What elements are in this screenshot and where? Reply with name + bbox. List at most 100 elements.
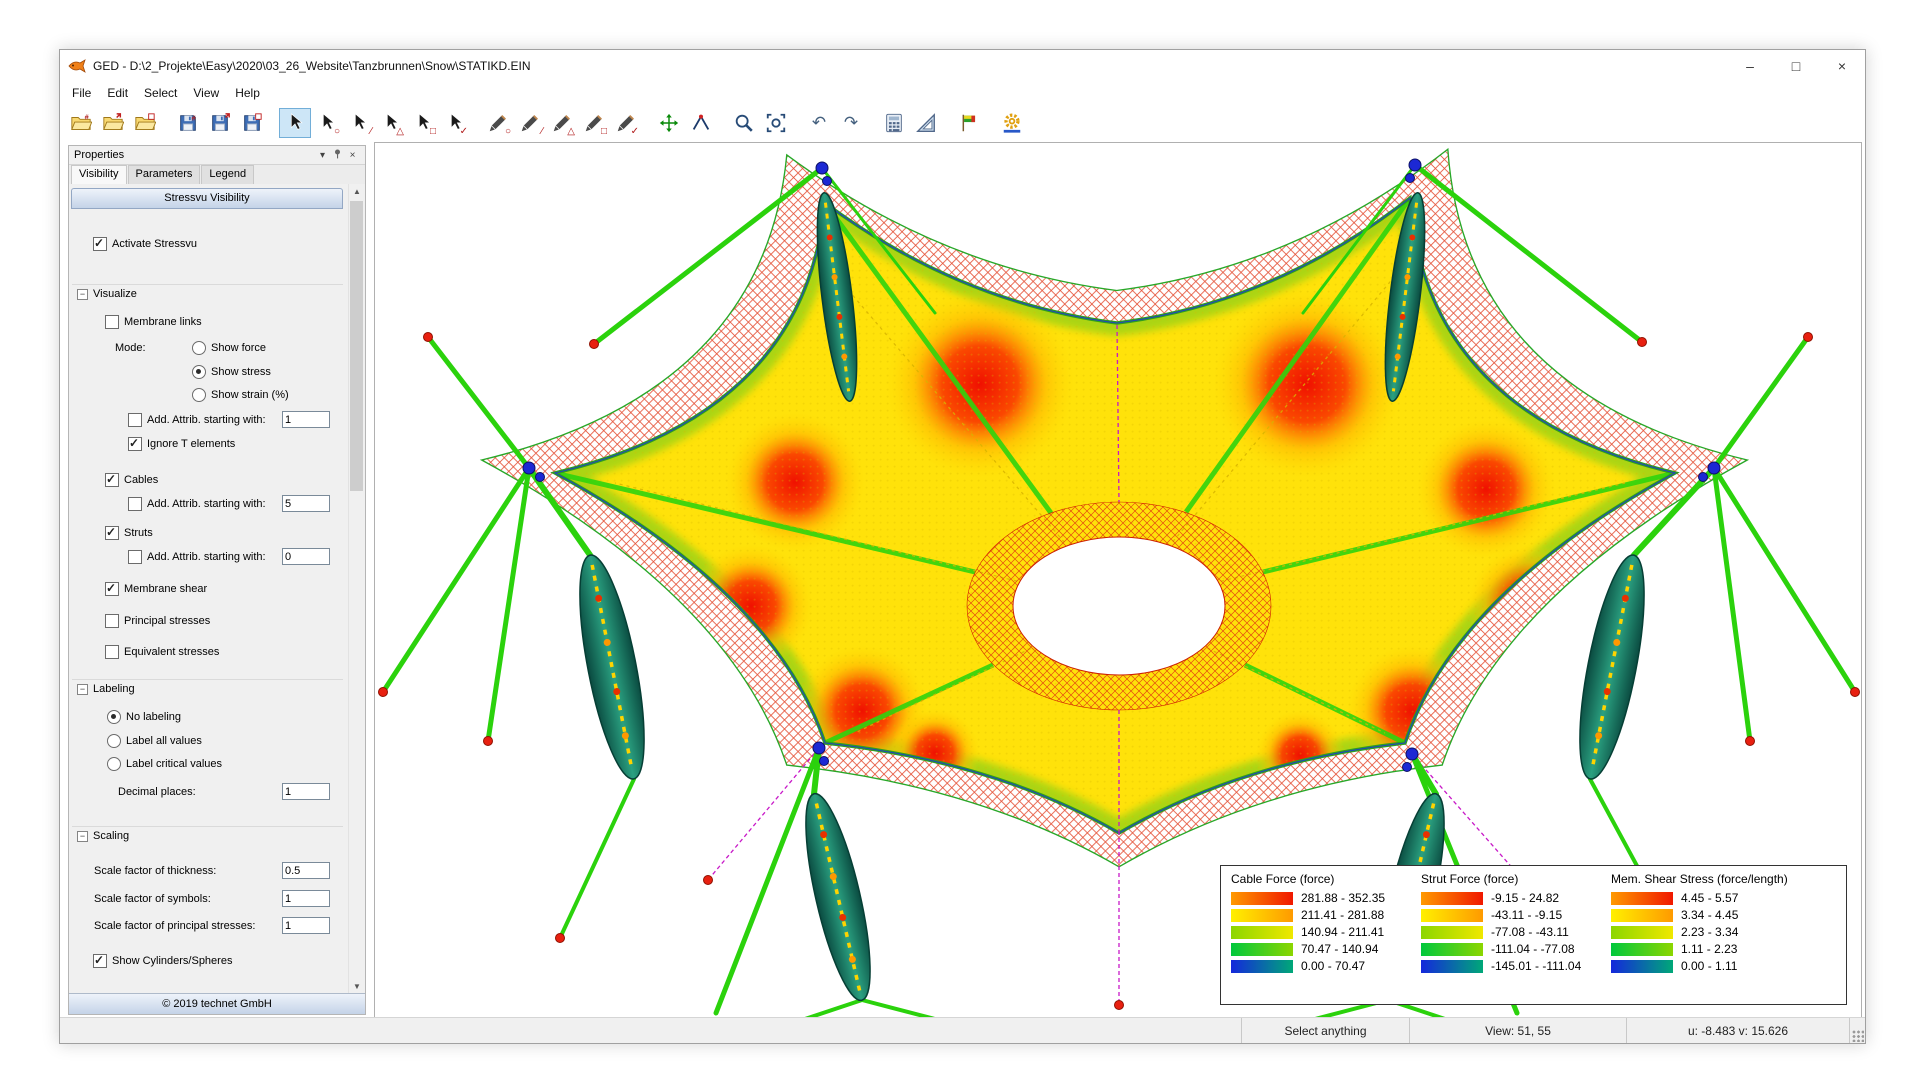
mode-show-force-radio[interactable]: Show force: [192, 341, 266, 355]
undo-button[interactable]: ↶: [803, 108, 835, 138]
select-button[interactable]: [279, 108, 311, 138]
cables-attrib-input[interactable]: [282, 495, 330, 512]
settings-button[interactable]: [996, 108, 1028, 138]
open-file-button[interactable]: #: [65, 108, 97, 138]
collapse-icon[interactable]: −: [77, 831, 88, 842]
show-cylinders-checkbox[interactable]: Show Cylinders/Spheres: [93, 954, 232, 968]
open-import-button[interactable]: [97, 108, 129, 138]
menu-help[interactable]: Help: [227, 84, 268, 102]
principal-stresses-checkbox[interactable]: Principal stresses: [105, 614, 210, 628]
draw-triangle-button[interactable]: △: [546, 108, 578, 138]
legend-column: Cable Force (force)281.88 - 352.35211.41…: [1231, 872, 1411, 998]
scale-thickness-input[interactable]: [282, 862, 330, 879]
menu-select[interactable]: Select: [136, 84, 185, 102]
membrane-attrib-input[interactable]: [282, 411, 330, 428]
activate-stressvu-checkbox[interactable]: Activate Stressvu: [93, 237, 197, 251]
select-square-button[interactable]: □: [407, 108, 439, 138]
tab-parameters[interactable]: Parameters: [128, 165, 201, 184]
checkbox-icon: [93, 237, 107, 251]
chevron-down-icon[interactable]: ▾: [315, 150, 330, 161]
scrollbar-thumb[interactable]: [350, 201, 363, 491]
section-scaling[interactable]: − Scaling: [77, 829, 129, 843]
scroll-up-icon[interactable]: ▲: [349, 184, 365, 199]
scale-symbols-input[interactable]: [282, 890, 330, 907]
draw-square-button[interactable]: □: [578, 108, 610, 138]
save-file-button[interactable]: #: [172, 108, 204, 138]
mode-show-stress-radio[interactable]: Show stress: [192, 365, 271, 379]
select-triangle-button[interactable]: △: [375, 108, 407, 138]
membrane-links-checkbox[interactable]: Membrane links: [105, 315, 202, 329]
toolbar-group: ○∕ △□✓: [279, 108, 471, 138]
save-copy-button[interactable]: [236, 108, 268, 138]
resize-grip[interactable]: [1849, 1018, 1865, 1043]
collapse-icon[interactable]: −: [77, 289, 88, 300]
section-visualize[interactable]: − Visualize: [77, 287, 137, 301]
maximize-button[interactable]: □: [1773, 50, 1819, 82]
draw-slash-button[interactable]: ∕: [514, 108, 546, 138]
scroll-down-icon[interactable]: ▼: [349, 979, 365, 994]
redo-button[interactable]: ↷: [835, 108, 867, 138]
flag-icon: [958, 112, 980, 134]
equivalent-stresses-checkbox[interactable]: Equivalent stresses: [105, 645, 219, 659]
legend-row: 3.34 - 4.45: [1611, 908, 1836, 922]
select-circle-button[interactable]: ○: [311, 108, 343, 138]
no-labeling-radio[interactable]: No labeling: [107, 710, 181, 724]
toolbar-group: #: [172, 108, 268, 138]
label-critical-values-radio[interactable]: Label critical values: [107, 757, 222, 771]
close-button[interactable]: ×: [1819, 50, 1865, 82]
membrane-shear-checkbox[interactable]: Membrane shear: [105, 582, 207, 596]
legend-row: 4.45 - 5.57: [1611, 891, 1836, 905]
draw-circle-button[interactable]: ○: [482, 108, 514, 138]
tab-legend[interactable]: Legend: [201, 165, 254, 184]
panel-scrollbar[interactable]: ▲ ▼: [348, 184, 365, 994]
cables-checkbox[interactable]: Cables: [105, 473, 158, 487]
drawing-canvas[interactable]: Cable Force (force)281.88 - 352.35211.41…: [374, 142, 1862, 1020]
legend-range-label: 4.45 - 5.57: [1681, 891, 1738, 905]
checkbox-icon: [105, 582, 119, 596]
pin-icon[interactable]: [330, 149, 345, 162]
menu-edit[interactable]: Edit: [99, 84, 136, 102]
ignore-t-elements-checkbox[interactable]: Ignore T elements: [128, 437, 235, 451]
save-import-button[interactable]: [204, 108, 236, 138]
angle-button[interactable]: [685, 108, 717, 138]
collapse-icon[interactable]: −: [77, 684, 88, 695]
legend-row: -111.04 - -77.08: [1421, 942, 1601, 956]
set-square-button[interactable]: [910, 108, 942, 138]
menu-file[interactable]: File: [64, 84, 99, 102]
section-labeling[interactable]: − Labeling: [77, 682, 135, 696]
close-icon[interactable]: ×: [345, 150, 360, 161]
calculator-button[interactable]: [878, 108, 910, 138]
zoom-button[interactable]: [728, 108, 760, 138]
scale-principal-input[interactable]: [282, 917, 330, 934]
label-all-values-radio[interactable]: Label all values: [107, 734, 202, 748]
triangle-modifier-icon: △: [396, 127, 404, 137]
open-copy-button[interactable]: [129, 108, 161, 138]
decimal-places-label: Decimal places:: [118, 785, 196, 799]
select-icon: [348, 112, 370, 134]
checkbox-label: Add. Attrib. starting with:: [147, 498, 266, 510]
decimal-places-input[interactable]: [282, 783, 330, 800]
cables-attrib-checkbox[interactable]: Add. Attrib. starting with:: [128, 497, 266, 511]
transform-button[interactable]: [653, 108, 685, 138]
tab-visibility[interactable]: Visibility: [71, 165, 127, 184]
draw-check-button[interactable]: ✓: [610, 108, 642, 138]
flag-button[interactable]: [953, 108, 985, 138]
struts-checkbox[interactable]: Struts: [105, 526, 153, 540]
struts-attrib-input[interactable]: [282, 548, 330, 565]
checkbox-label: Ignore T elements: [147, 438, 235, 450]
checkbox-label: Membrane links: [124, 316, 202, 328]
zoom-window-button[interactable]: [760, 108, 792, 138]
radio-icon: [192, 388, 206, 402]
select-slash-button[interactable]: ∕: [343, 108, 375, 138]
select-check-button[interactable]: ✓: [439, 108, 471, 138]
legend-title: Strut Force (force): [1421, 872, 1601, 886]
toolbar-group: [728, 108, 792, 138]
membrane-attrib-checkbox[interactable]: Add. Attrib. starting with:: [128, 413, 266, 427]
minimize-button[interactable]: –: [1727, 50, 1773, 82]
radio-label: No labeling: [126, 711, 181, 723]
struts-attrib-checkbox[interactable]: Add. Attrib. starting with:: [128, 550, 266, 564]
menu-view[interactable]: View: [185, 84, 227, 102]
checkbox-icon: [105, 526, 119, 540]
mode-show-strain-radio[interactable]: Show strain (%): [192, 388, 289, 402]
checkbox-label: Add. Attrib. starting with:: [147, 414, 266, 426]
